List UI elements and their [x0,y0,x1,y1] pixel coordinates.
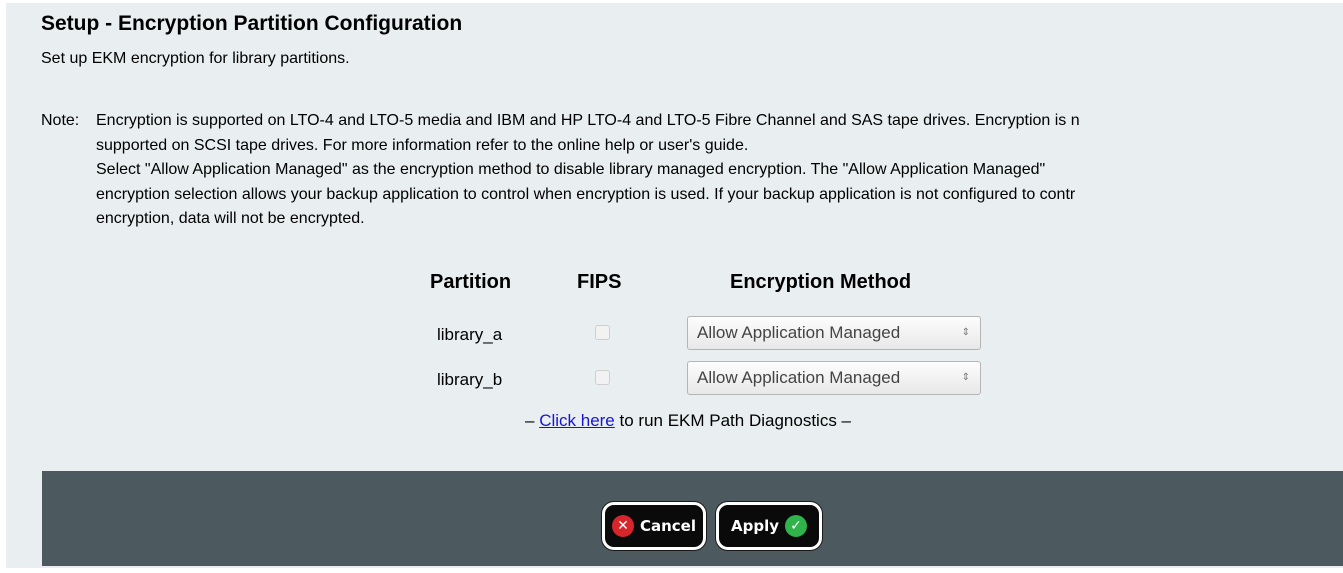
partition-name: library_a [437,325,503,344]
note-line: Select "Allow Application Managed" as th… [96,161,1046,178]
encryption-method-value: Allow Application Managed [697,323,901,342]
note-line: encryption, data will not be encrypted. [96,210,365,227]
content-panel: Setup - Encryption Partition Configurati… [6,3,1343,568]
note-line: supported on SCSI tape drives. For more … [96,136,749,154]
fips-checkbox[interactable] [595,370,610,385]
action-footer: ✕ Cancel Apply ✓ [42,471,1343,566]
page-title: Setup - Encryption Partition Configurati… [41,12,463,35]
note-label: Note: [41,112,80,129]
select-arrows-icon: ⇕ [961,372,970,383]
header-encryption-method: Encryption Method [730,271,912,293]
ekm-diagnostics-link[interactable]: Click here [539,411,615,430]
ekm-diagnostics-line: – Click here to run EKM Path Diagnostics… [525,411,851,431]
apply-button[interactable]: Apply ✓ [716,502,822,550]
cancel-button-label: Cancel [639,517,696,535]
apply-button-label: Apply [730,517,779,535]
note-line: Encryption is supported on LTO-4 and LTO… [96,112,1080,129]
diag-text: to run EKM Path Diagnostics [614,411,837,430]
x-icon: ✕ [611,515,634,537]
select-arrows-icon: ⇕ [961,327,970,338]
header-fips: FIPS [577,271,622,293]
note-block: Note: Encryption is supported on LTO-4 a… [41,109,1343,232]
diag-end: – [836,411,852,430]
partition-name: library_b [437,370,503,389]
encryption-method-select[interactable]: Allow Application Managed ⇕ [687,361,981,395]
encryption-method-select[interactable]: Allow Application Managed ⇕ [687,316,981,350]
note-line: encryption selection allows your backup … [96,185,1076,203]
diag-prefix: – [525,411,540,430]
cancel-button[interactable]: ✕ Cancel [602,502,706,550]
checkmark-icon: ✓ [785,515,807,537]
header-partition: Partition [430,271,512,293]
encryption-method-value: Allow Application Managed [697,368,901,387]
page-subtitle: Set up EKM encryption for library partit… [41,50,350,67]
fips-checkbox[interactable] [595,325,610,340]
